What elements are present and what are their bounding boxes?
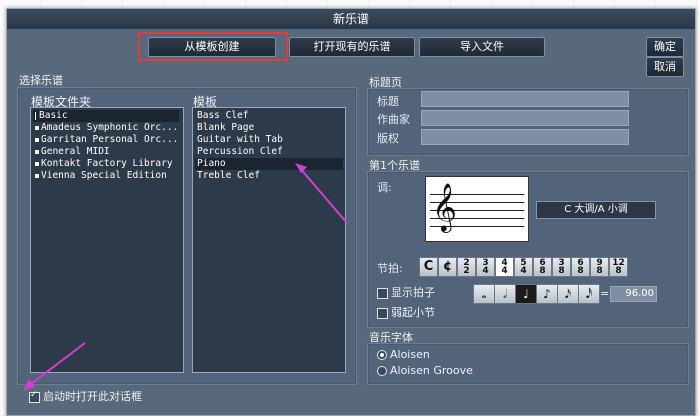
treble-clef-icon: 𝄞 <box>432 182 457 231</box>
open-existing-button[interactable]: 打开现有的乐谱 <box>289 37 415 57</box>
folder-item[interactable]: Garritan Personal Orc... <box>35 134 178 146</box>
template-item[interactable]: Percussion Clef <box>197 146 283 158</box>
folder-bullet-icon <box>35 125 39 130</box>
template-list[interactable]: Bass Clef Blank Page Guitar with Tab Per… <box>192 107 346 373</box>
template-item[interactable]: Bass Clef <box>197 110 248 122</box>
folder-item[interactable]: Kontakt Factory Library <box>35 158 173 170</box>
template-folder-list[interactable]: Basic Amadeus Symphonic Orc... Garritan … <box>30 107 184 373</box>
time-sig-3-4-button[interactable]: 34 <box>476 257 495 277</box>
copyright-label: 版权 <box>377 132 399 145</box>
title-field[interactable] <box>421 91 629 107</box>
checkbox-icon <box>377 307 388 319</box>
folder-item[interactable]: Vienna Special Edition <box>35 170 167 182</box>
time-sig-6-8b-button[interactable]: 68 <box>571 257 590 277</box>
template-item[interactable]: Guitar with Tab <box>197 134 283 146</box>
key-preview-staff: 𝄞 <box>425 176 529 242</box>
dialog-title: 新乐谱 <box>7 9 695 29</box>
composer-field[interactable] <box>421 110 629 126</box>
folder-bullet-icon <box>35 173 39 178</box>
checkbox-icon <box>377 287 388 299</box>
new-score-dialog: 新乐谱 从模板创建 打开现有的乐谱 导入文件 确定 取消 选择乐谱 模板文件夹 … <box>6 8 696 416</box>
tempo-equals: = <box>600 287 610 300</box>
note-value-buttons: 𝅝 𝅗𝅥 ♩ ♪ 𝅘𝅥𝅯 𝅘𝅥𝅰 <box>473 284 603 304</box>
key-select-button[interactable]: C 大调/A 小调 <box>536 201 656 219</box>
folder-bullet-icon <box>35 137 39 142</box>
composer-label: 作曲家 <box>377 113 410 126</box>
title-label: 标题 <box>377 95 399 108</box>
import-file-button[interactable]: 导入文件 <box>419 37 545 57</box>
template-item[interactable]: Blank Page <box>197 122 254 134</box>
cancel-button[interactable]: 取消 <box>646 57 684 77</box>
highlight-box <box>138 32 288 61</box>
template-item[interactable]: Treble Clef <box>197 170 260 182</box>
font-option-aloisen[interactable]: Aloisen <box>377 348 430 361</box>
time-sig-common-button[interactable]: C <box>419 257 438 277</box>
time-sig-2-2-button[interactable]: 22 <box>457 257 476 277</box>
ok-button[interactable]: 确定 <box>646 37 684 57</box>
eighth-note-button[interactable]: ♪ <box>536 284 558 304</box>
whole-note-button[interactable]: 𝅝 <box>473 284 495 304</box>
sixteenth-note-button[interactable]: 𝅘𝅥𝅯 <box>557 284 579 304</box>
key-label: 调: <box>377 181 392 194</box>
folder-bullet-icon <box>35 111 37 120</box>
time-sig-5-4-button[interactable]: 54 <box>514 257 533 277</box>
tempo-field[interactable]: 96.00 <box>610 286 657 302</box>
folder-bullet-icon <box>35 149 39 154</box>
time-sig-4-4-button[interactable]: 44 <box>495 257 514 277</box>
pickup-bar-checkbox[interactable]: 弱起小节 <box>377 304 435 320</box>
annotation-arrow-piano <box>295 163 348 224</box>
folder-bullet-icon <box>35 161 39 166</box>
folder-item[interactable]: Amadeus Symphonic Orc... <box>35 122 178 134</box>
time-signature-buttons: C ¢ 22 34 44 54 68 38 68 98 12 8 <box>419 257 639 277</box>
time-sig-9-8-button[interactable]: 98 <box>590 257 609 277</box>
annotation-arrow-startup <box>23 342 86 391</box>
copyright-field[interactable] <box>421 129 629 145</box>
time-sig-6-8-button[interactable]: 68 <box>533 257 552 277</box>
folder-item[interactable]: Basic <box>33 110 179 122</box>
folder-item[interactable]: General MIDI <box>35 146 110 158</box>
show-beat-checkbox[interactable]: 显示拍子 <box>377 284 435 300</box>
radio-icon <box>377 366 387 376</box>
meter-label: 节拍: <box>377 262 403 275</box>
time-sig-3-8-button[interactable]: 38 <box>552 257 571 277</box>
quarter-note-button[interactable]: ♩ <box>515 284 537 304</box>
time-sig-12-8-button[interactable]: 12 8 <box>609 257 628 277</box>
font-option-aloisen-groove[interactable]: Aloisen Groove <box>377 364 473 377</box>
radio-icon <box>377 350 387 360</box>
choose-score-label: 选择乐谱 <box>19 74 63 87</box>
thirtysecond-note-button[interactable]: 𝅘𝅥𝅰 <box>578 284 600 304</box>
time-sig-cut-button[interactable]: ¢ <box>438 257 457 277</box>
half-note-button[interactable]: 𝅗𝅥 <box>494 284 516 304</box>
